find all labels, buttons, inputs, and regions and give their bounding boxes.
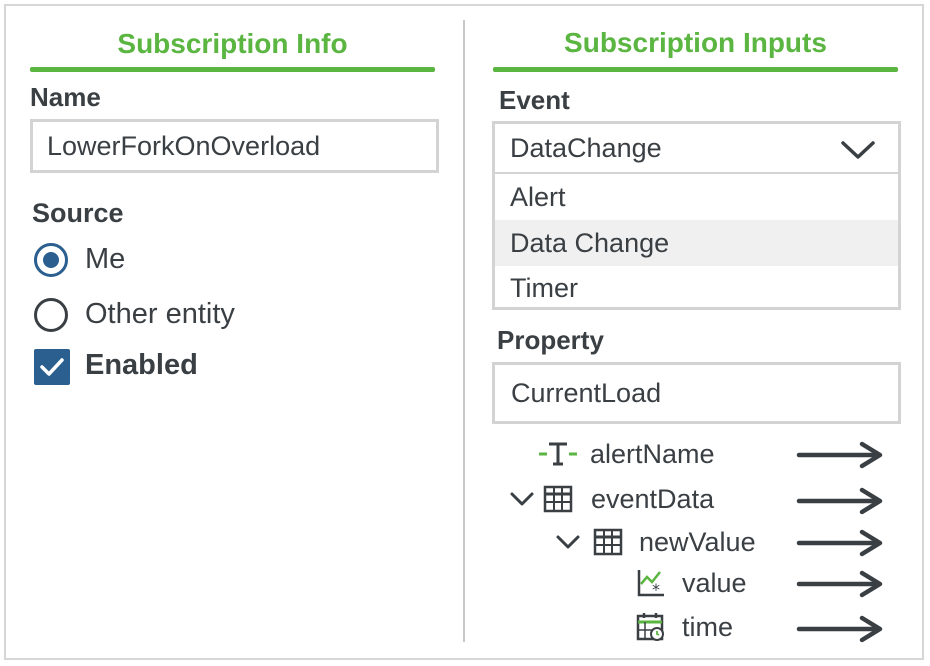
svg-text:*: * <box>652 580 660 598</box>
map-arrow-icon[interactable] <box>796 441 886 469</box>
event-option-timer[interactable]: Timer <box>495 265 898 311</box>
checkmark-icon <box>40 358 64 376</box>
event-option-alert[interactable]: Alert <box>495 174 898 220</box>
tree-row-newvalue[interactable]: newValue <box>555 524 756 560</box>
tree-row-eventdata[interactable]: eventData <box>509 481 714 517</box>
subscription-inputs-title: Subscription Inputs <box>564 27 827 58</box>
map-arrow-icon[interactable] <box>796 487 886 515</box>
tree-label-value: value <box>682 567 747 598</box>
map-arrow-icon[interactable] <box>796 529 886 557</box>
name-label: Name <box>30 82 101 112</box>
chevron-down-icon[interactable] <box>555 532 581 552</box>
tree-label-newvalue: newValue <box>639 526 756 557</box>
event-label: Event <box>499 85 570 115</box>
panel-divider <box>463 20 465 642</box>
event-select[interactable]: DataChange <box>492 121 901 175</box>
subscription-info-rule <box>30 67 435 72</box>
enabled-label[interactable]: Enabled <box>85 349 198 382</box>
tree-row-alertname[interactable]: alertName <box>538 436 715 472</box>
tree-label-eventdata: eventData <box>591 483 715 514</box>
source-label: Source <box>32 198 124 228</box>
enabled-checkbox[interactable] <box>34 349 70 385</box>
chevron-down-icon[interactable] <box>509 489 535 509</box>
subscription-inputs-rule <box>493 67 898 72</box>
map-arrow-icon[interactable] <box>796 615 886 643</box>
name-field-value: LowerForkOnOverload <box>47 130 321 161</box>
radio-other-entity-label[interactable]: Other entity <box>85 298 235 331</box>
event-dropdown-list: Alert Data Change Timer <box>492 174 901 310</box>
text-type-icon <box>539 442 577 466</box>
radio-me[interactable] <box>34 243 68 277</box>
chevron-down-icon[interactable] <box>840 139 876 161</box>
event-option-data-change[interactable]: Data Change <box>495 220 898 266</box>
property-field-value: CurrentLoad <box>511 377 662 408</box>
tree-label-time: time <box>682 611 734 642</box>
subscription-info-title: Subscription Info <box>117 28 348 59</box>
tree-row-value[interactable]: * value <box>636 565 747 601</box>
radio-other-entity[interactable] <box>34 298 68 332</box>
property-label: Property <box>497 325 604 355</box>
name-field[interactable]: LowerForkOnOverload <box>30 119 439 173</box>
tree-row-time[interactable]: time <box>636 609 733 645</box>
datetime-icon <box>636 613 664 641</box>
number-chart-icon: * <box>637 570 664 598</box>
event-select-value: DataChange <box>510 132 662 163</box>
map-arrow-icon[interactable] <box>796 570 886 598</box>
property-field[interactable]: CurrentLoad <box>492 362 901 424</box>
table-icon <box>593 528 623 556</box>
table-icon <box>543 485 573 513</box>
radio-me-label[interactable]: Me <box>85 243 125 276</box>
tree-label-alertname: alertName <box>590 438 715 469</box>
